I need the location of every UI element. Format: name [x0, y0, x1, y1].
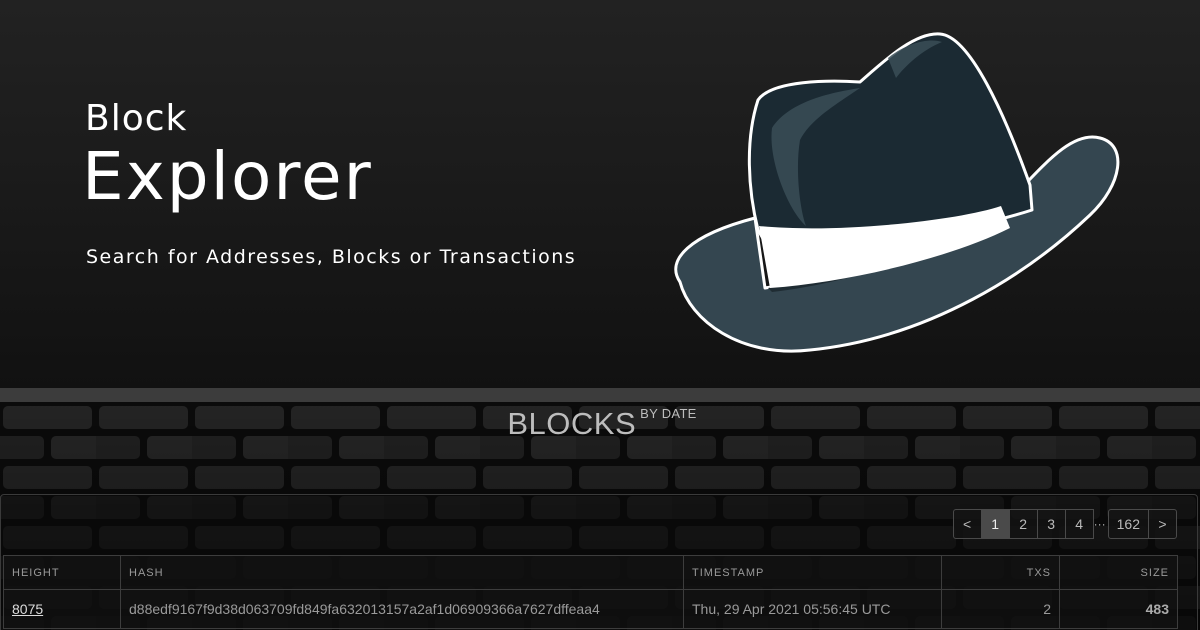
blocks-table: HEIGHT HASH TIMESTAMP TXS SIZE 8075 d88e… [3, 555, 1178, 629]
column-header-size[interactable]: SIZE [1059, 555, 1178, 590]
cell-txs: 2 [941, 589, 1060, 629]
hero-title-block: Block [85, 98, 188, 139]
hero-banner: Block Explorer Search for Addresses, Blo… [0, 0, 1200, 388]
block-height-link[interactable]: 8075 [12, 601, 43, 617]
hero-title-explorer: Explorer [82, 138, 373, 215]
pagination: < 1 2 3 4 ··· 162 > [952, 509, 1177, 539]
pagination-next-button[interactable]: > [1148, 509, 1177, 539]
pagination-last-page[interactable]: 162 [1107, 509, 1149, 539]
hero-subtitle: Search for Addresses, Blocks or Transact… [86, 246, 577, 268]
pagination-page-3[interactable]: 3 [1036, 509, 1066, 539]
blocks-section: BLOCKSBY DATE < 1 2 3 4 ··· 162 > HEIGH [0, 402, 1200, 630]
table-row: 8075 d88edf9167f9d38d063709fd849fa632013… [3, 589, 1178, 629]
cell-hash: d88edf9167f9d38d063709fd849fa632013157a2… [120, 589, 684, 629]
cell-height: 8075 [3, 589, 121, 629]
pagination-page-2[interactable]: 2 [1008, 509, 1038, 539]
page: Block Explorer Search for Addresses, Blo… [0, 0, 1200, 630]
blocks-heading: BLOCKS BY DATE [0, 406, 1200, 442]
column-header-timestamp[interactable]: TIMESTAMP [683, 555, 942, 590]
blocks-title: BLOCKS [507, 406, 637, 441]
blocks-title-sup: BY DATE [640, 406, 697, 421]
table-header-row: HEIGHT HASH TIMESTAMP TXS SIZE [3, 555, 1178, 590]
column-header-hash[interactable]: HASH [120, 555, 684, 590]
hero-divider [0, 388, 1200, 402]
fedora-hat-icon [674, 32, 1120, 353]
pagination-page-4[interactable]: 4 [1064, 509, 1094, 539]
cell-timestamp: Thu, 29 Apr 2021 05:56:45 UTC [683, 589, 942, 629]
cell-size: 483 [1059, 589, 1178, 629]
pagination-ellipsis: ··· [1093, 517, 1106, 531]
pagination-page-1[interactable]: 1 [980, 509, 1010, 539]
column-header-txs[interactable]: TXS [941, 555, 1060, 590]
column-header-height[interactable]: HEIGHT [3, 555, 121, 590]
pagination-prev-button[interactable]: < [952, 509, 982, 539]
